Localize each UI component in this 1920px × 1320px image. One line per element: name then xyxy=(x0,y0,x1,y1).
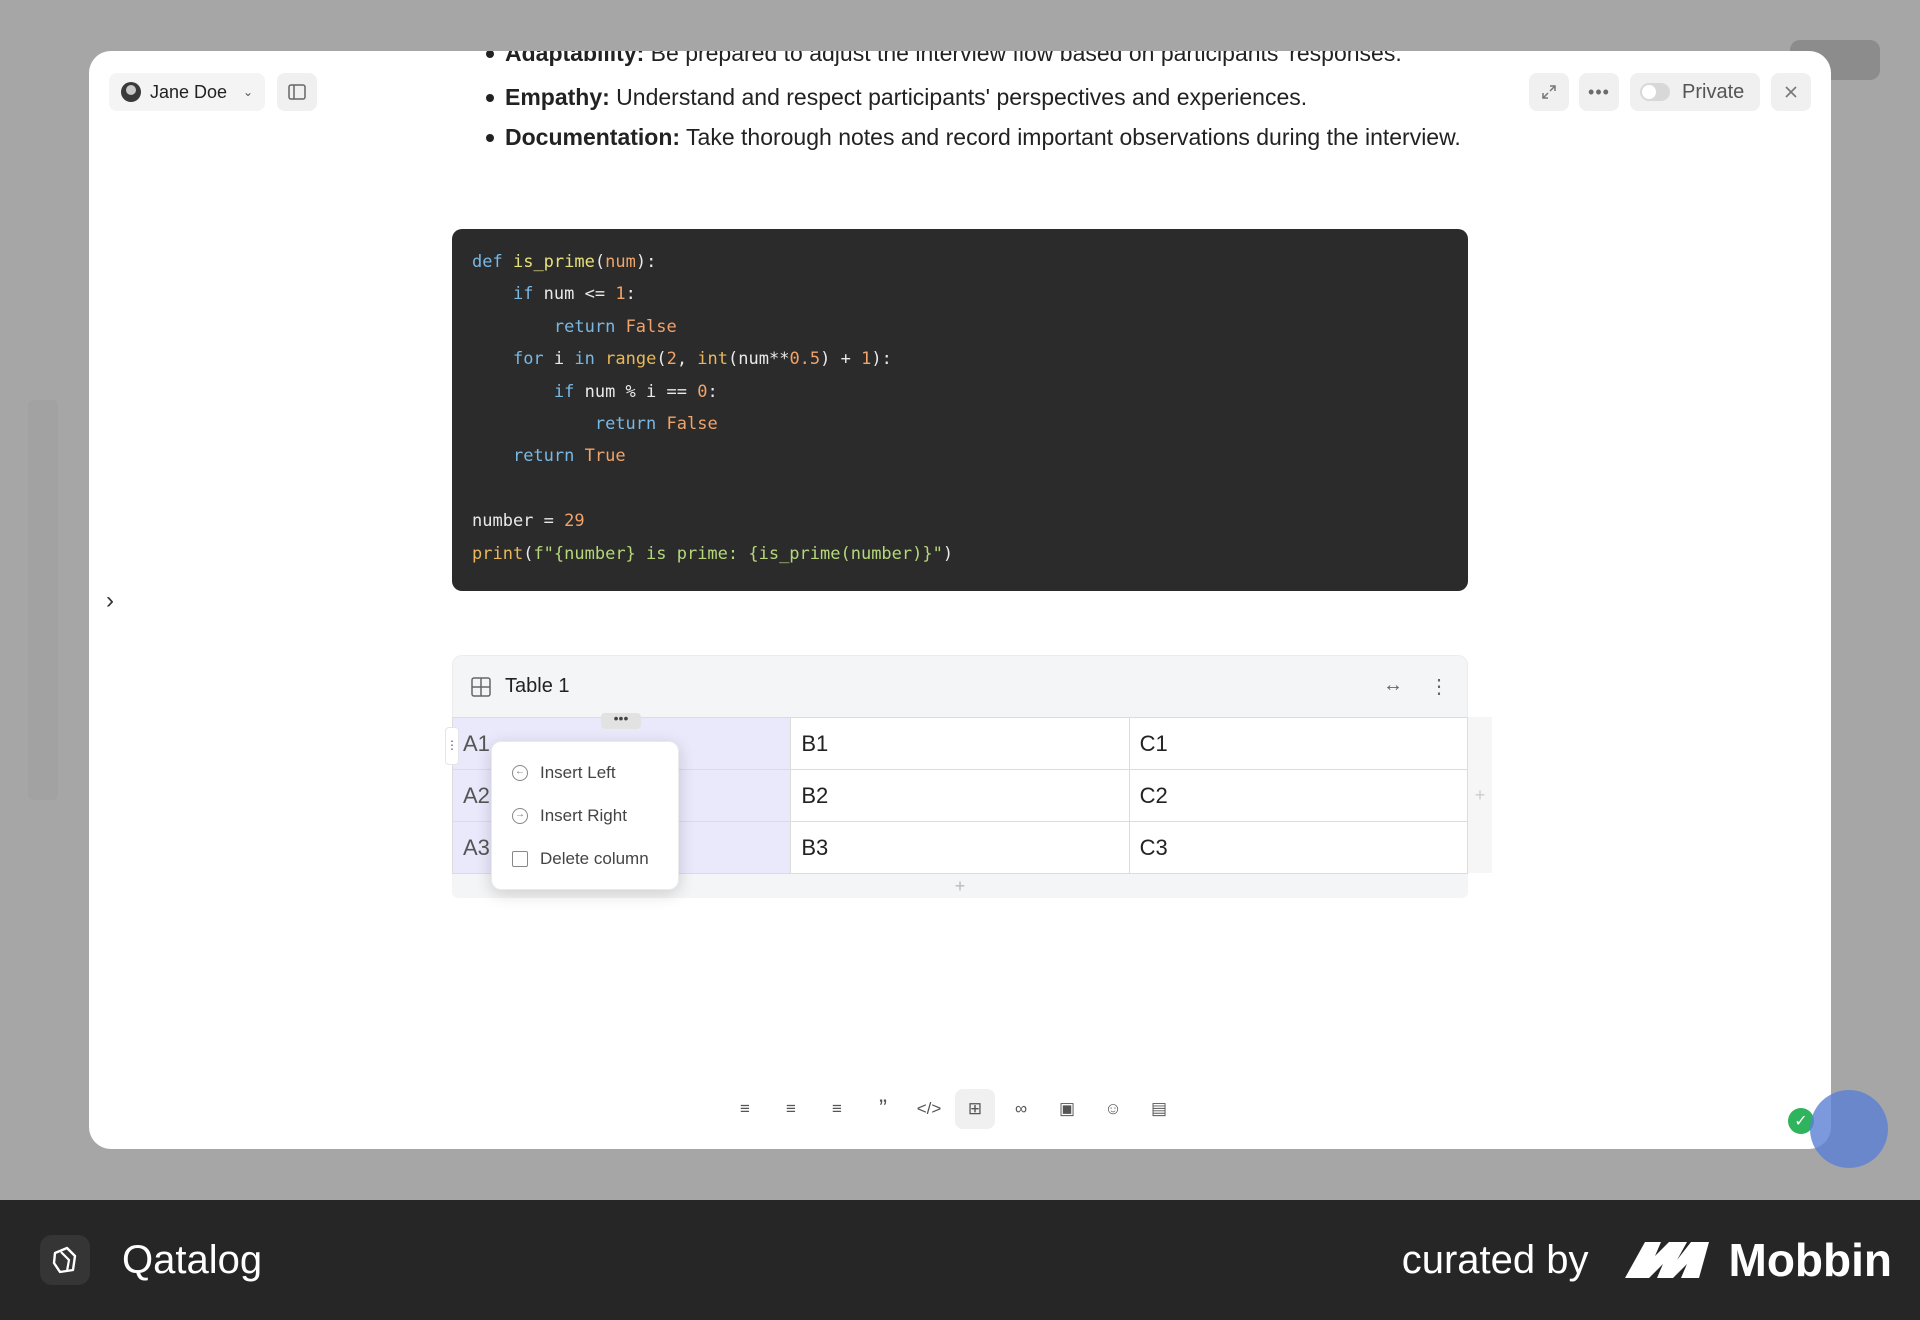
list-item: Documentation: Take thorough notes and r… xyxy=(485,117,1461,157)
user-name: Jane Doe xyxy=(150,81,228,102)
expand-button[interactable] xyxy=(1529,73,1569,111)
avatar xyxy=(121,82,141,102)
toggle-switch[interactable] xyxy=(1640,83,1670,101)
text-button[interactable]: ≡ xyxy=(725,1089,765,1129)
code-line: if num % i == 0: xyxy=(553,381,718,402)
quote-icon: ” xyxy=(879,1095,887,1122)
table-title: Table 1 xyxy=(505,675,570,697)
document-modal: Jane Doe ⌄ Adaptability: Be prepared to … xyxy=(89,51,1831,1149)
qatalog-logo-icon xyxy=(40,1235,90,1285)
code-icon: </> xyxy=(916,1099,942,1118)
add-column-button[interactable]: + xyxy=(1468,717,1492,873)
link-icon: ∞ xyxy=(1014,1099,1028,1118)
more-options-button[interactable]: ••• xyxy=(1579,73,1619,111)
code-line: if num <= 1: xyxy=(512,284,636,305)
code-line: def is_prime(num): xyxy=(472,252,657,272)
table-icon: ⊞ xyxy=(967,1099,983,1118)
code-line: return False xyxy=(594,413,718,434)
arrow-left-circle-icon: ← xyxy=(512,764,528,781)
brand-name: Qatalog xyxy=(122,1237,263,1282)
code-block[interactable]: def is_prime(num): if num <= 1: return F… xyxy=(452,229,1468,591)
code-line: for i in range(2, int(num**0.5) + 1): xyxy=(512,349,892,370)
mobbin-logo-icon xyxy=(1624,1242,1709,1278)
arrow-right-circle-icon: → xyxy=(512,807,528,824)
link-button[interactable]: ∞ xyxy=(1001,1089,1041,1129)
table-cell[interactable]: B2 xyxy=(790,769,1130,822)
row-handle[interactable]: ⋮ xyxy=(445,727,459,765)
resize-width-icon[interactable]: ↔ xyxy=(1383,674,1403,699)
table-cell[interactable]: B1 xyxy=(790,717,1130,770)
insert-right-item[interactable]: → Insert Right xyxy=(492,794,678,837)
code-button[interactable]: </> xyxy=(909,1089,949,1129)
numbered-list-icon: ≡ xyxy=(832,1099,842,1118)
privacy-label: Private xyxy=(1682,80,1745,103)
close-button[interactable] xyxy=(1771,73,1811,111)
help-button[interactable] xyxy=(1810,1090,1888,1168)
table-button[interactable]: ⊞ xyxy=(955,1089,995,1129)
embed-icon: ▤ xyxy=(1150,1099,1168,1118)
list-item: Empathy: Understand and respect particip… xyxy=(485,77,1307,117)
code-line: number = 29 xyxy=(472,511,585,532)
delete-column-item[interactable]: Delete column xyxy=(492,837,678,880)
close-icon xyxy=(1785,86,1797,98)
sidebar-icon xyxy=(288,84,306,100)
align-left-icon: ≡ xyxy=(740,1099,750,1118)
trash-icon xyxy=(512,850,528,867)
embed-button[interactable]: ▤ xyxy=(1139,1089,1179,1129)
table-cell[interactable]: B3 xyxy=(790,821,1130,874)
more-icon: ••• xyxy=(1588,81,1610,102)
user-switcher[interactable]: Jane Doe ⌄ xyxy=(109,73,265,111)
emoji-icon: ☺ xyxy=(1104,1099,1122,1118)
format-toolbar: ≡ ≡ ≡ ” </> ⊞ ∞ ▣ ☺ ▤ xyxy=(725,1089,1179,1129)
chevron-right-icon[interactable]: › xyxy=(106,587,114,615)
list-item: Adaptability: Be prepared to adjust the … xyxy=(485,51,1402,73)
privacy-toggle[interactable]: Private xyxy=(1630,73,1760,111)
table-cell[interactable]: C3 xyxy=(1128,821,1469,874)
table-header: Table 1 ↔ ⋮ xyxy=(452,655,1468,717)
numbered-list-button[interactable]: ≡ xyxy=(817,1089,857,1129)
image-button[interactable]: ▣ xyxy=(1047,1089,1087,1129)
curator-name: Mobbin xyxy=(1728,1234,1893,1286)
emoji-button[interactable]: ☺ xyxy=(1093,1089,1133,1129)
insert-left-item[interactable]: ← Insert Left xyxy=(492,751,678,794)
background-panel xyxy=(28,400,58,800)
image-icon: ▣ xyxy=(1058,1099,1076,1118)
table-cell[interactable]: C2 xyxy=(1128,769,1469,822)
code-line: return False xyxy=(553,316,677,337)
column-context-menu: ← Insert Left → Insert Right Delete colu… xyxy=(491,741,679,890)
code-line: print(f"{number} is prime: {is_prime(num… xyxy=(472,543,954,564)
chevron-down-icon: ⌄ xyxy=(242,85,253,99)
bullet-list-button[interactable]: ≡ xyxy=(771,1089,811,1129)
footer-bar: Qatalog curated by Mobbin xyxy=(0,1200,1920,1320)
bullet-list-icon: ≡ xyxy=(786,1099,796,1118)
code-line: return True xyxy=(512,446,626,467)
table-icon xyxy=(471,676,491,697)
vertical-more-icon[interactable]: ⋮ xyxy=(1429,674,1449,699)
curated-by-label: curated by xyxy=(1401,1237,1589,1282)
expand-icon xyxy=(1542,85,1556,99)
sidebar-toggle-button[interactable] xyxy=(277,73,317,111)
quote-button[interactable]: ” xyxy=(863,1089,903,1129)
column-handle[interactable]: ••• xyxy=(601,711,641,729)
table-cell[interactable]: C1 xyxy=(1128,717,1469,770)
